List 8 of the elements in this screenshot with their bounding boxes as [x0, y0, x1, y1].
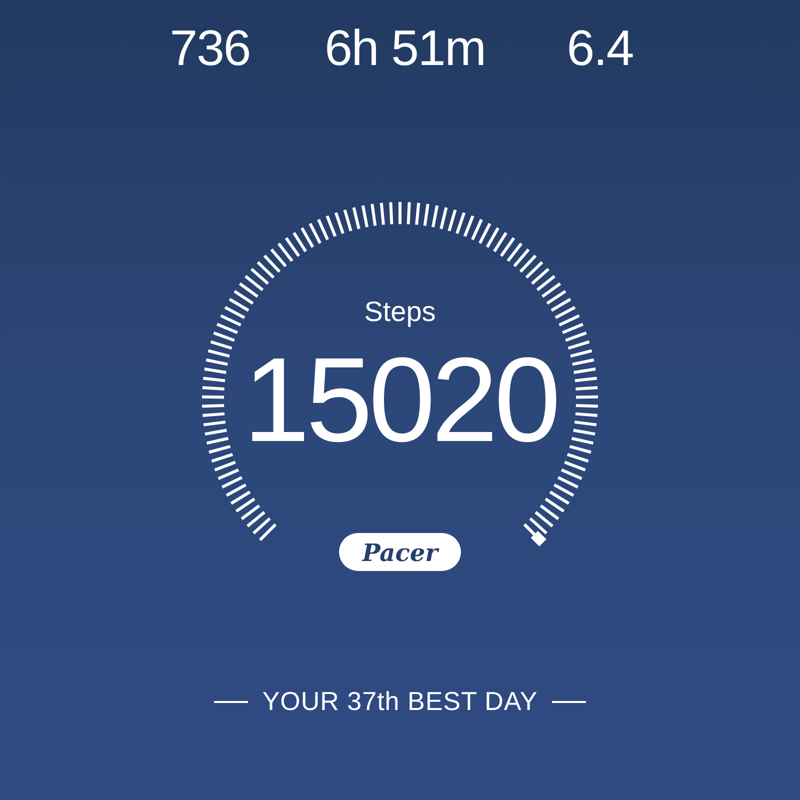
brand-logo: Pacer — [339, 533, 461, 571]
steps-label: Steps — [364, 296, 436, 328]
best-day-text: YOUR 37th BEST DAY — [262, 686, 538, 717]
stat-value: 6.4 — [566, 23, 634, 73]
steps-count: 15020 — [243, 340, 557, 460]
stat-value: 736 — [168, 23, 252, 73]
dial-marker — [523, 523, 546, 546]
stat-value: 6h 51m — [324, 23, 486, 73]
